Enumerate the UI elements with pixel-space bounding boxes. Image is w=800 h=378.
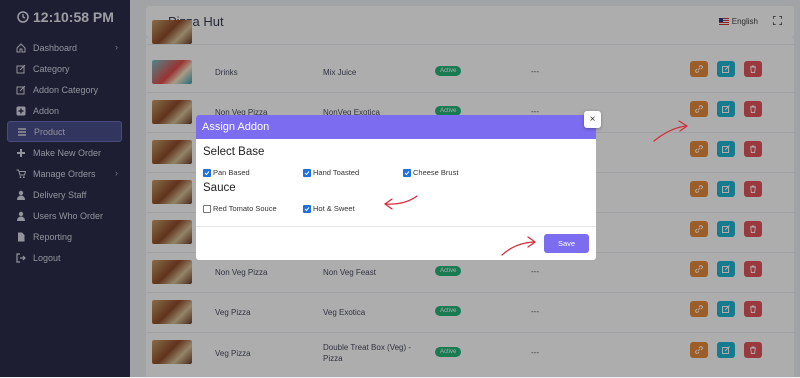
checkbox-checked-icon[interactable] xyxy=(403,168,411,177)
option-label: Hand Toasted xyxy=(313,168,360,177)
option-label: Hot & Sweet xyxy=(313,204,355,213)
assign-addon-modal: Assign Addon Select Base Pan Based Hand … xyxy=(196,115,596,260)
checkbox-hand-toasted[interactable]: Hand Toasted xyxy=(303,168,359,177)
checkbox-hot-and-sweet[interactable]: Hot & Sweet xyxy=(303,204,355,213)
checkbox-unchecked-icon[interactable] xyxy=(203,204,211,213)
option-label: Pan Based xyxy=(213,168,250,177)
section-title-sauce: Sauce xyxy=(203,182,236,194)
checkbox-checked-icon[interactable] xyxy=(203,168,211,177)
section-title-select-base: Select Base xyxy=(203,146,265,158)
modal-divider xyxy=(196,226,596,227)
option-label: Cheese Brust xyxy=(413,168,459,177)
checkbox-pan-based[interactable]: Pan Based xyxy=(203,168,250,177)
checkbox-red-tomato-souce[interactable]: Red Tomato Souce xyxy=(203,204,277,213)
close-button[interactable]: × xyxy=(584,111,601,128)
checkbox-checked-icon[interactable] xyxy=(303,204,311,213)
checkbox-checked-icon[interactable] xyxy=(303,168,311,177)
modal-header: Assign Addon xyxy=(196,115,596,139)
checkbox-cheese-brust[interactable]: Cheese Brust xyxy=(403,168,458,177)
save-button[interactable]: Save xyxy=(544,234,589,253)
option-label: Red Tomato Souce xyxy=(213,204,277,213)
modal-title: Assign Addon xyxy=(202,121,270,133)
